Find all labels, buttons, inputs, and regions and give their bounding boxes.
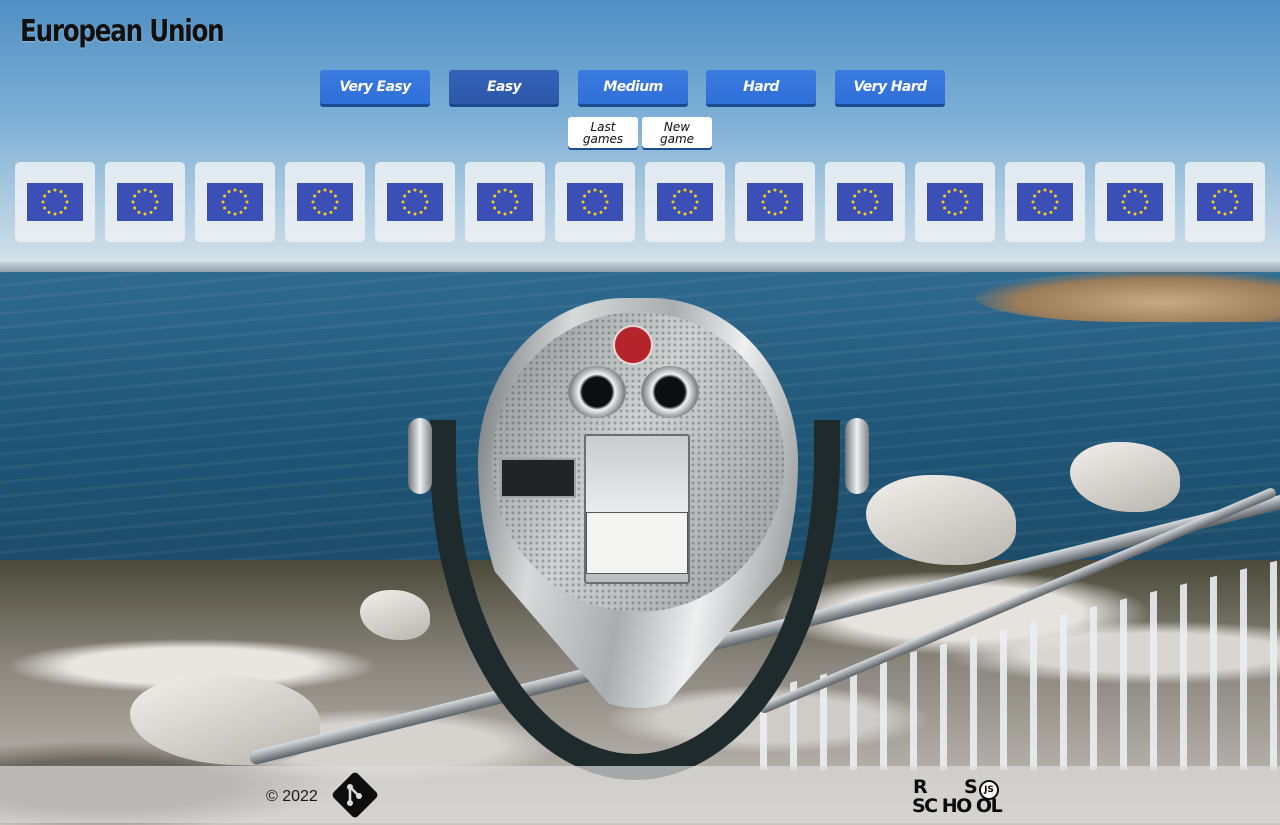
- eu-flag-icon: [27, 183, 83, 221]
- last-games-button[interactable]: Last games: [568, 117, 638, 148]
- last-games-label-line2: games: [582, 131, 624, 146]
- flag-card[interactable]: [465, 162, 545, 242]
- github-icon[interactable]: [330, 770, 380, 820]
- viewer-eyepiece: [568, 366, 626, 418]
- rs-logo-school: SC HO OL: [912, 795, 1003, 817]
- flag-card[interactable]: [375, 162, 455, 242]
- flag-card[interactable]: [1095, 162, 1175, 242]
- eu-flag-icon: [297, 183, 353, 221]
- difficulty-selector: Very Easy Easy Medium Hard Very Hard: [320, 70, 946, 104]
- flag-card[interactable]: [105, 162, 185, 242]
- footer: [0, 766, 1280, 823]
- level-easy-button[interactable]: Easy: [449, 70, 559, 104]
- flag-card[interactable]: [15, 162, 95, 242]
- eu-flag-icon: [927, 183, 983, 221]
- jetty: [975, 272, 1280, 322]
- flag-card[interactable]: [1005, 162, 1085, 242]
- level-medium-button[interactable]: Medium: [578, 70, 688, 104]
- background-photo: [0, 0, 1280, 825]
- eu-flag-icon: [477, 183, 533, 221]
- new-game-button[interactable]: New game: [642, 117, 712, 148]
- card-grid: [15, 162, 1267, 242]
- eu-flag-icon: [1197, 183, 1253, 221]
- eu-flag-icon: [837, 183, 893, 221]
- copyright-text: © 2022: [266, 788, 318, 805]
- flag-card[interactable]: [735, 162, 815, 242]
- viewer-knob: [845, 418, 869, 494]
- flag-card[interactable]: [555, 162, 635, 242]
- eu-flag-icon: [657, 183, 713, 221]
- eu-flag-icon: [1107, 183, 1163, 221]
- eu-flag-icon: [1017, 183, 1073, 221]
- level-very-hard-button[interactable]: Very Hard: [835, 70, 945, 104]
- rs-school-logo[interactable]: R S JS SC HO OL: [912, 776, 1016, 818]
- viewer-instructions: [586, 512, 688, 574]
- flag-card[interactable]: [285, 162, 365, 242]
- eu-flag-icon: [117, 183, 173, 221]
- horizon: [0, 262, 1280, 272]
- eu-flag-icon: [747, 183, 803, 221]
- eu-flag-icon: [207, 183, 263, 221]
- page-title: European Union: [20, 14, 225, 49]
- eu-flag-icon: [387, 183, 443, 221]
- viewer-eyepiece: [641, 366, 699, 418]
- flag-card[interactable]: [825, 162, 905, 242]
- level-hard-button[interactable]: Hard: [706, 70, 816, 104]
- new-game-label-line2: game: [659, 131, 695, 146]
- eu-flag-icon: [567, 183, 623, 221]
- viewer-badge: [613, 325, 653, 365]
- flag-card[interactable]: [1185, 162, 1265, 242]
- viewer-knob: [408, 418, 432, 494]
- flag-card[interactable]: [645, 162, 725, 242]
- flag-card[interactable]: [195, 162, 275, 242]
- flag-card[interactable]: [915, 162, 995, 242]
- level-very-easy-button[interactable]: Very Easy: [320, 70, 430, 104]
- viewer-tag: [500, 458, 576, 498]
